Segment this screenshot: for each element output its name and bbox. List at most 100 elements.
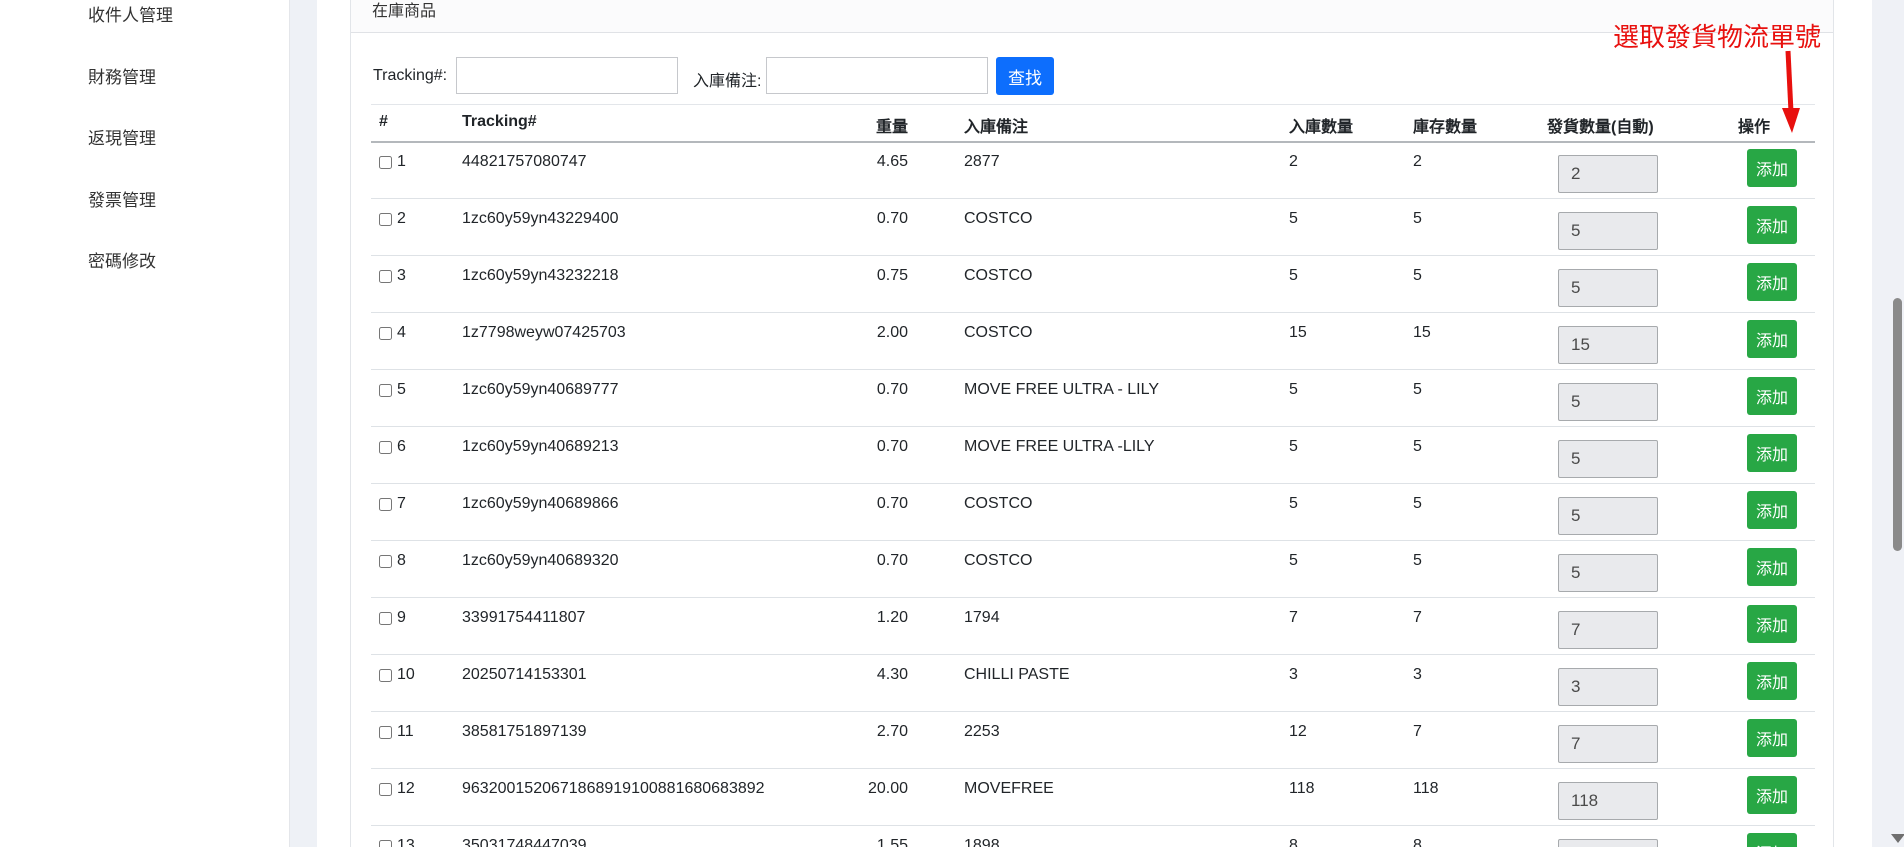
ship-qty-input[interactable] bbox=[1558, 383, 1658, 421]
stock-qty: 15 bbox=[1413, 324, 1431, 342]
tracking-number: 1z7798weyw07425703 bbox=[462, 324, 626, 342]
scrollbar-thumb[interactable] bbox=[1893, 298, 1902, 551]
col-header-tracking: Tracking# bbox=[462, 113, 537, 131]
stock-qty: 118 bbox=[1413, 780, 1439, 798]
ship-qty-input[interactable] bbox=[1558, 554, 1658, 592]
tracking-search-label: Tracking#: bbox=[373, 67, 447, 85]
add-button[interactable]: 添加 bbox=[1747, 605, 1797, 643]
row-checkbox[interactable] bbox=[379, 156, 392, 169]
weight-value: 0.70 bbox=[848, 381, 908, 399]
search-button[interactable]: 查找 bbox=[996, 57, 1054, 95]
sidebar-item-password[interactable]: 密碼修改 bbox=[88, 247, 156, 272]
scrollbar-down-arrow[interactable] bbox=[1891, 834, 1904, 843]
inbound-remark: MOVE FREE ULTRA - LILY bbox=[964, 381, 1159, 399]
ship-qty-input[interactable] bbox=[1558, 212, 1658, 250]
ship-qty-input[interactable] bbox=[1558, 611, 1658, 649]
add-button[interactable]: 添加 bbox=[1747, 776, 1797, 814]
inbound-qty: 12 bbox=[1289, 723, 1307, 741]
add-button[interactable]: 添加 bbox=[1747, 548, 1797, 586]
stock-qty: 5 bbox=[1413, 210, 1422, 228]
ship-qty-input[interactable] bbox=[1558, 326, 1658, 364]
stock-qty: 8 bbox=[1413, 837, 1422, 847]
stock-qty: 5 bbox=[1413, 381, 1422, 399]
row-checkbox[interactable] bbox=[379, 783, 392, 796]
row-checkbox[interactable] bbox=[379, 612, 392, 625]
table-row: 71zc60y59yn406898660.70COSTCO55添加 bbox=[371, 484, 1815, 541]
sidebar-item-cashback[interactable]: 返現管理 bbox=[88, 124, 156, 149]
row-number: 2 bbox=[397, 210, 406, 228]
row-checkbox[interactable] bbox=[379, 669, 392, 682]
table-row: 11385817518971392.702253127添加 bbox=[371, 712, 1815, 769]
ship-qty-input[interactable] bbox=[1558, 497, 1658, 535]
table-row: 1448217570807474.65287722添加 bbox=[371, 142, 1815, 199]
ship-qty-input[interactable] bbox=[1558, 155, 1658, 193]
col-header-stock-qty: 庫存數量 bbox=[1413, 113, 1477, 137]
inbound-qty: 5 bbox=[1289, 495, 1298, 513]
add-button[interactable]: 添加 bbox=[1747, 377, 1797, 415]
inbound-remark: 2877 bbox=[964, 153, 1000, 171]
col-header-in-qty: 入庫數量 bbox=[1289, 113, 1353, 137]
remark-search-input[interactable] bbox=[766, 57, 988, 94]
tracking-number: 1zc60y59yn43229400 bbox=[462, 210, 619, 228]
row-number: 7 bbox=[397, 495, 406, 513]
row-number: 9 bbox=[397, 609, 406, 627]
inbound-qty: 5 bbox=[1289, 438, 1298, 456]
inbound-remark: COSTCO bbox=[964, 267, 1032, 285]
sidebar-item-finance[interactable]: 財務管理 bbox=[88, 63, 156, 88]
inbound-qty: 15 bbox=[1289, 324, 1307, 342]
col-header-remark: 入庫備注 bbox=[964, 113, 1028, 137]
row-number: 4 bbox=[397, 324, 406, 342]
stock-qty: 5 bbox=[1413, 495, 1422, 513]
row-checkbox[interactable] bbox=[379, 213, 392, 226]
add-button[interactable]: 添加 bbox=[1747, 320, 1797, 358]
add-button[interactable]: 添加 bbox=[1747, 149, 1797, 187]
add-button[interactable]: 添加 bbox=[1747, 263, 1797, 301]
tracking-number: 38581751897139 bbox=[462, 723, 587, 741]
add-button[interactable]: 添加 bbox=[1747, 833, 1797, 847]
add-button[interactable]: 添加 bbox=[1747, 206, 1797, 244]
row-checkbox[interactable] bbox=[379, 270, 392, 283]
row-checkbox[interactable] bbox=[379, 555, 392, 568]
row-number: 3 bbox=[397, 267, 406, 285]
ship-qty-input[interactable] bbox=[1558, 782, 1658, 820]
inbound-remark: COSTCO bbox=[964, 324, 1032, 342]
row-checkbox[interactable] bbox=[379, 840, 392, 847]
stock-qty: 2 bbox=[1413, 153, 1422, 171]
inbound-remark: 2253 bbox=[964, 723, 1000, 741]
add-button[interactable]: 添加 bbox=[1747, 491, 1797, 529]
inbound-remark: COSTCO bbox=[964, 495, 1032, 513]
row-checkbox[interactable] bbox=[379, 384, 392, 397]
add-button[interactable]: 添加 bbox=[1747, 434, 1797, 472]
inbound-remark: 1898 bbox=[964, 837, 1000, 847]
ship-qty-input[interactable] bbox=[1558, 269, 1658, 307]
inbound-remark: MOVE FREE ULTRA -LILY bbox=[964, 438, 1155, 456]
sidebar-item-recipients[interactable]: 收件人管理 bbox=[88, 1, 173, 26]
row-number: 13 bbox=[397, 837, 415, 847]
weight-value: 4.30 bbox=[848, 666, 908, 684]
table-body: 1448217570807474.65287722添加21zc60y59yn43… bbox=[371, 142, 1815, 847]
tracking-search-input[interactable] bbox=[456, 57, 678, 94]
col-header-ship-qty: 發貨數量(自動) bbox=[1547, 113, 1654, 137]
ship-qty-input[interactable] bbox=[1558, 440, 1658, 478]
annotation-select-shipping-number: 選取發貨物流單號 bbox=[1613, 17, 1821, 54]
remark-search-label: 入庫備注: bbox=[693, 67, 761, 91]
row-checkbox[interactable] bbox=[379, 498, 392, 511]
row-checkbox[interactable] bbox=[379, 327, 392, 340]
inbound-qty: 3 bbox=[1289, 666, 1298, 684]
tracking-number: 1zc60y59yn40689866 bbox=[462, 495, 619, 513]
weight-value: 1.55 bbox=[848, 837, 908, 847]
add-button[interactable]: 添加 bbox=[1747, 662, 1797, 700]
sidebar: 收件人管理 財務管理 返現管理 發票管理 密碼修改 bbox=[0, 0, 290, 847]
row-checkbox[interactable] bbox=[379, 726, 392, 739]
row-number: 6 bbox=[397, 438, 406, 456]
sidebar-item-invoice[interactable]: 發票管理 bbox=[88, 186, 156, 211]
ship-qty-input[interactable] bbox=[1558, 839, 1658, 847]
ship-qty-input[interactable] bbox=[1558, 668, 1658, 706]
page-title: 在庫商品 bbox=[372, 0, 436, 21]
tracking-number: 9632001520671868919100881680683892 bbox=[462, 780, 765, 798]
row-checkbox[interactable] bbox=[379, 441, 392, 454]
ship-qty-input[interactable] bbox=[1558, 725, 1658, 763]
inbound-qty: 5 bbox=[1289, 210, 1298, 228]
inbound-qty: 7 bbox=[1289, 609, 1298, 627]
add-button[interactable]: 添加 bbox=[1747, 719, 1797, 757]
